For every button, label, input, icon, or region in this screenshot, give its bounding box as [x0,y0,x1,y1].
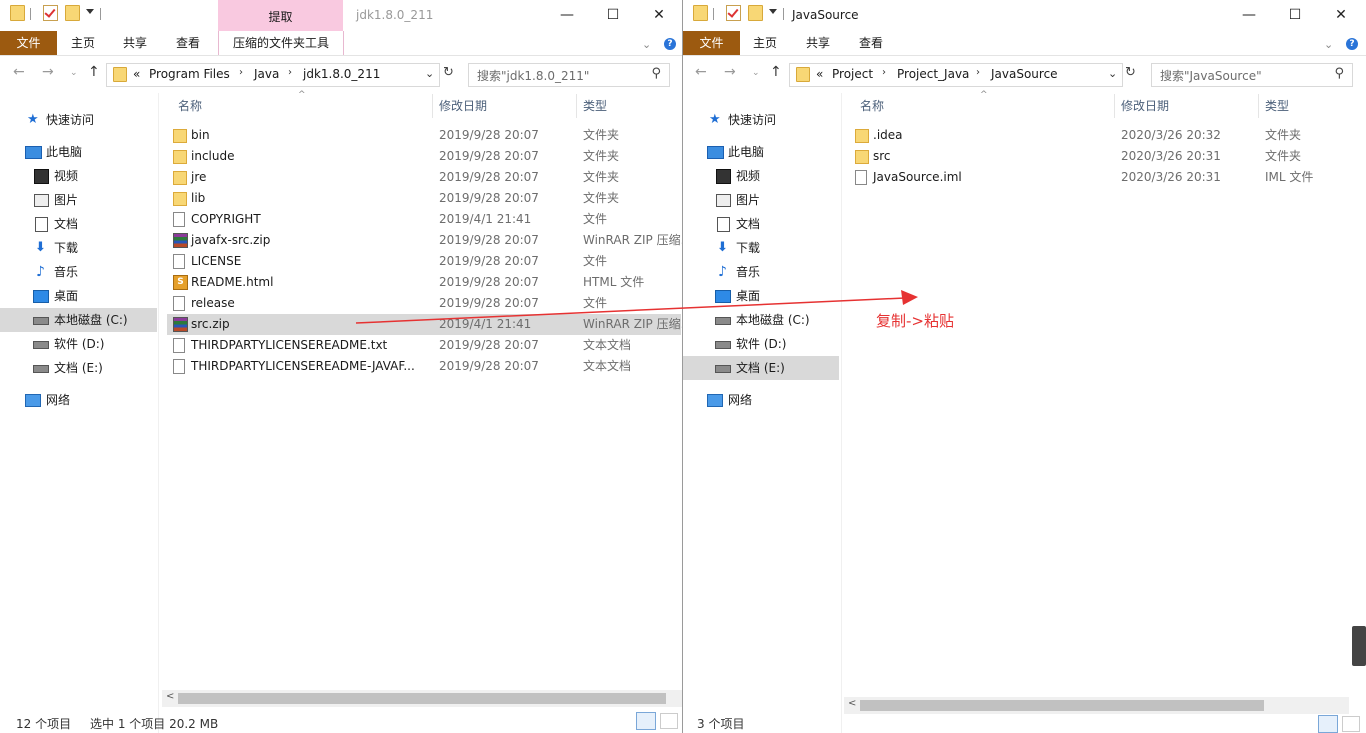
copy-paste-arrow [355,290,918,324]
copy-paste-annotation: 复制->粘贴 [876,312,954,330]
